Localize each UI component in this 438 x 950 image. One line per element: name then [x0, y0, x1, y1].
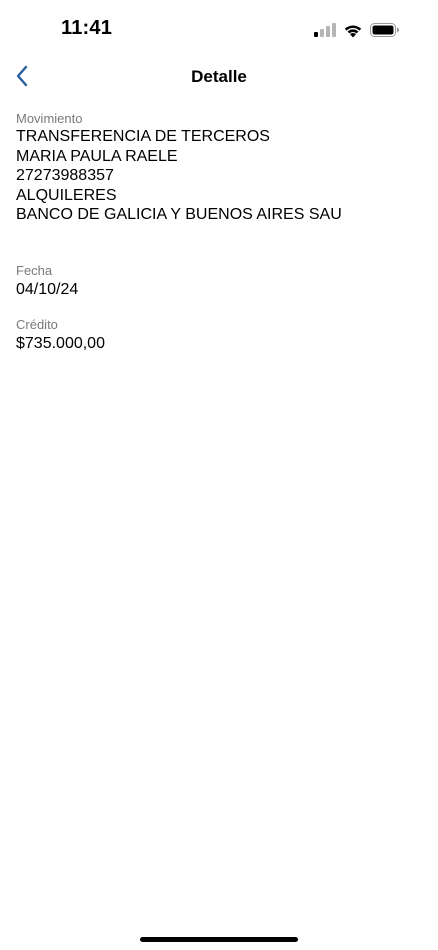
movimiento-section: Movimiento TRANSFERENCIA DE TERCEROS MAR… [16, 110, 422, 225]
credito-value: $735.000,00 [16, 334, 105, 352]
credito-section: Crédito $735.000,00 [16, 316, 422, 354]
home-indicator[interactable] [140, 937, 298, 942]
movimiento-line-bank: BANCO DE GALICIA Y BUENOS AIRES SAU [16, 206, 342, 224]
movimiento-line-name: MARIA PAULA RAELE [16, 147, 178, 165]
detail-content: Movimiento TRANSFERENCIA DE TERCEROS MAR… [16, 110, 422, 354]
credito-label: Crédito [16, 316, 58, 332]
fecha-section: Fecha 04/10/24 [16, 262, 422, 300]
navigation-bar: Detalle [0, 58, 438, 98]
fecha-label: Fecha [16, 262, 53, 278]
wifi-icon [343, 23, 363, 38]
movimiento-line-concept: ALQUILERES [16, 186, 117, 204]
movimiento-line-type: TRANSFERENCIA DE TERCEROS [16, 128, 270, 145]
status-time: 11:41 [61, 17, 113, 39]
page-title: Detalle [191, 67, 247, 86]
movimiento-line-cuit: 27273988357 [16, 167, 114, 185]
movimiento-label: Movimiento [16, 111, 83, 126]
battery-icon [370, 23, 400, 37]
status-icons [314, 20, 400, 40]
status-bar: 11:41 [0, 0, 438, 58]
cellular-signal-icon [314, 23, 336, 37]
fecha-value: 04/10/24 [16, 280, 79, 298]
